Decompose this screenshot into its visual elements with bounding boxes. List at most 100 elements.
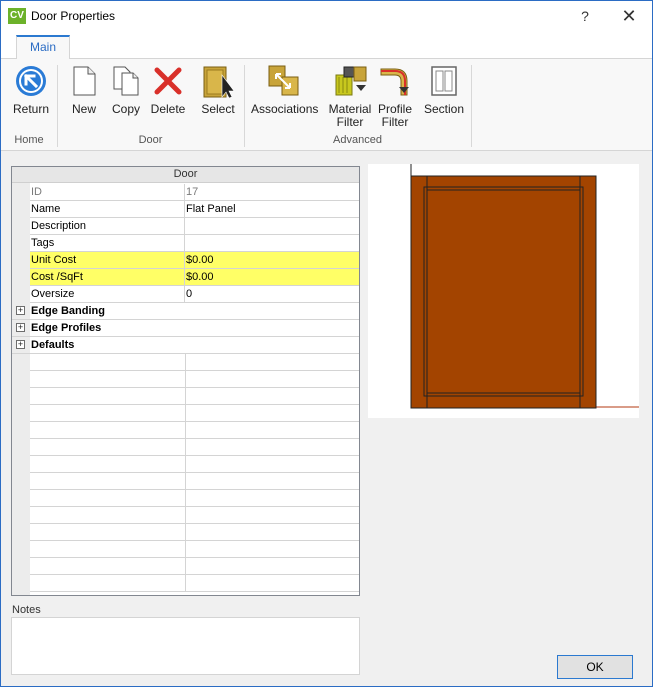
- return-arrow-icon: [15, 65, 47, 97]
- new-document-icon: [68, 65, 100, 97]
- property-value[interactable]: $0.00: [186, 252, 359, 268]
- category-edge-banding[interactable]: + Edge Banding: [12, 303, 359, 320]
- copy-label: Copy: [111, 102, 140, 116]
- door-preview: [368, 164, 639, 418]
- section-button[interactable]: Section: [422, 65, 466, 116]
- property-value[interactable]: $0.00: [186, 269, 359, 285]
- grid-empty-row: [30, 405, 359, 422]
- property-row-description[interactable]: Description: [30, 218, 359, 235]
- property-name: Description: [30, 218, 185, 234]
- grid-column-divider: [185, 473, 186, 490]
- property-name: Cost /SqFt: [30, 269, 185, 285]
- grid-column-divider: [185, 371, 186, 388]
- section-icon: [428, 65, 460, 97]
- category-edge-profiles[interactable]: + Edge Profiles: [12, 320, 359, 337]
- grid-empty-row: [30, 541, 359, 558]
- property-row-id[interactable]: ID 17: [30, 184, 359, 201]
- profile-filter-label-2: Filter: [381, 115, 409, 129]
- property-row-cost-sqft[interactable]: Cost /SqFt $0.00: [30, 269, 359, 286]
- grid-column-divider: [185, 507, 186, 524]
- category-defaults[interactable]: + Defaults: [12, 337, 359, 354]
- grid-empty-row: [30, 490, 359, 507]
- grid-empty-row: [30, 388, 359, 405]
- grid-empty-row: [30, 558, 359, 575]
- material-filter-label-2: Filter: [336, 115, 364, 129]
- property-name: ID: [30, 184, 185, 200]
- category-label: Edge Banding: [31, 305, 105, 317]
- grid-column-divider: [185, 490, 186, 507]
- copy-button[interactable]: Copy: [108, 65, 144, 116]
- property-name: Tags: [30, 235, 185, 251]
- tab-main[interactable]: Main: [16, 35, 70, 60]
- delete-x-icon: [152, 65, 184, 97]
- associations-icon: [268, 65, 300, 97]
- property-grid: Door ID 17 Name Flat Panel Description T…: [11, 166, 360, 596]
- associations-button[interactable]: Associations: [251, 65, 319, 116]
- notes-label: Notes: [12, 604, 41, 616]
- grid-column-divider: [185, 439, 186, 456]
- expand-plus-icon[interactable]: +: [16, 306, 25, 315]
- material-filter-button[interactable]: Material Filter: [326, 65, 374, 129]
- select-door-icon: [202, 65, 235, 99]
- grid-empty-row: [30, 456, 359, 473]
- property-value[interactable]: 0: [186, 286, 359, 302]
- door-preview-drawing: [410, 164, 639, 409]
- delete-button[interactable]: Delete: [149, 65, 187, 116]
- group-label-home: Home: [14, 134, 44, 146]
- app-icon: CV: [8, 8, 26, 24]
- section-label: Section: [423, 102, 465, 116]
- group-separator: [471, 65, 472, 147]
- profile-filter-button[interactable]: Profile Filter: [375, 65, 415, 129]
- property-value[interactable]: [186, 218, 359, 234]
- new-button[interactable]: New: [67, 65, 101, 116]
- grid-column-divider: [185, 575, 186, 592]
- property-name: Unit Cost: [30, 252, 185, 268]
- ok-button[interactable]: OK: [557, 655, 633, 679]
- copy-icon: [110, 65, 142, 97]
- property-value[interactable]: Flat Panel: [186, 201, 359, 217]
- door-frame: [410, 175, 597, 409]
- grid-empty-row: [30, 507, 359, 524]
- property-row-tags[interactable]: Tags: [30, 235, 359, 252]
- select-label: Select: [201, 102, 235, 116]
- help-button[interactable]: ?: [563, 1, 607, 32]
- grid-column-divider: [185, 524, 186, 541]
- property-row-name[interactable]: Name Flat Panel: [30, 201, 359, 218]
- grid-empty-row: [30, 439, 359, 456]
- profile-filter-icon: [379, 65, 411, 97]
- close-button[interactable]: ✕: [607, 1, 651, 32]
- grid-column-divider: [185, 422, 186, 439]
- door-properties-window: CV Door Properties ? ✕ Main Return New C…: [0, 0, 653, 687]
- property-row-unit-cost[interactable]: Unit Cost $0.00: [30, 252, 359, 269]
- associations-label: Associations: [251, 102, 319, 116]
- property-row-oversize[interactable]: Oversize 0: [30, 286, 359, 303]
- grid-column-divider: [185, 541, 186, 558]
- grid-empty-row: [30, 473, 359, 490]
- property-value[interactable]: [186, 235, 359, 251]
- grid-empty-row: [30, 575, 359, 592]
- window-title: Door Properties: [31, 9, 116, 23]
- grid-column-divider: [185, 354, 186, 371]
- grid-column-divider: [185, 388, 186, 405]
- property-name: Oversize: [30, 286, 185, 302]
- delete-label: Delete: [150, 102, 186, 116]
- grid-column-divider: [185, 558, 186, 575]
- notes-textarea[interactable]: [11, 617, 360, 675]
- group-label-advanced: Advanced: [333, 134, 382, 146]
- ribbon: Return New Copy Delete Select Associatio…: [1, 59, 652, 151]
- return-button[interactable]: Return: [9, 65, 53, 116]
- grid-empty-row: [30, 524, 359, 541]
- title-bar: CV Door Properties ? ✕: [1, 1, 652, 32]
- grid-left-margin: [12, 183, 30, 595]
- grid-category-header: Door: [12, 167, 359, 183]
- property-value: 17: [186, 186, 199, 198]
- property-name: Name: [30, 201, 185, 217]
- expand-plus-icon[interactable]: +: [16, 340, 25, 349]
- select-button[interactable]: Select: [199, 65, 237, 116]
- grid-empty-row: [30, 422, 359, 439]
- grid-empty-row: [30, 371, 359, 388]
- category-label: Edge Profiles: [31, 322, 102, 334]
- new-label: New: [71, 102, 96, 116]
- expand-plus-icon[interactable]: +: [16, 323, 25, 332]
- return-label: Return: [12, 102, 50, 116]
